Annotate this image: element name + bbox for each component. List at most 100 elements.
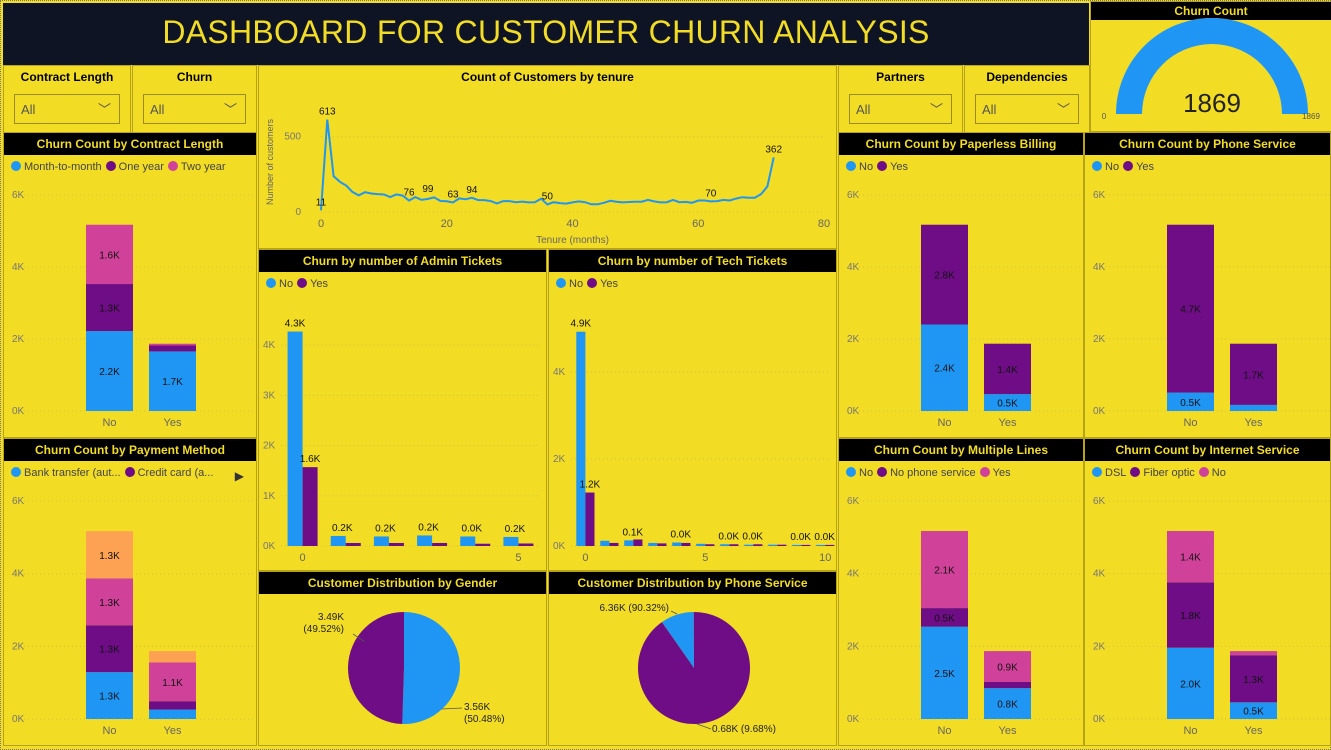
bar-no [600,540,610,546]
tech-tickets-chart-card[interactable]: Churn by number of Tech Tickets No Yes 0K… [548,249,837,571]
dependencies-value: All [982,102,997,117]
y-tick-label: 6K [12,496,25,507]
y-tick-label: 2K [12,334,25,345]
tenure-line-chart: 0 500 0 20 40 60 80 11 613 76 99 63 94 50 70 362 Tenure … [265,107,830,246]
admin-tickets-chart-card[interactable]: Churn by number of Admin Tickets No Yes 0… [258,249,547,571]
y-tick-label: 0K [12,714,25,725]
data-label: 0.5K [997,399,1018,410]
churn-count-gauge-card: Churn Count 1869 0 1869 [1090,1,1331,132]
data-label: 0.0K [814,532,835,543]
x-tick-label: 60 [692,218,704,230]
data-label: 0.9K [997,663,1018,674]
bar-no [816,544,826,546]
leader-line [670,610,678,615]
y-axis-label: Number of customers [265,118,275,205]
slicer-dependencies-title: Dependencies [986,70,1068,84]
gender-pie-card[interactable]: Customer Distribution by Gender 3.56K (50… [258,571,547,746]
contract-chart-card[interactable]: Churn Count by Contract Length Month-to-… [3,132,257,438]
bar-yes [518,543,534,546]
chevron-down-icon: ﹀ [223,102,237,117]
data-label: 4.3K [285,319,306,330]
y-tick-label: 1K [263,491,276,502]
x-tick-label: 10 [819,552,831,564]
phone-dist-pie-card[interactable]: Customer Distribution by Phone Service 0… [548,571,837,746]
data-label: 0.5K [1243,707,1264,718]
bar-no [672,542,682,546]
y-tick-label: 4K [553,367,566,378]
data-label: 0.2K [418,522,439,533]
bar-no [648,542,658,546]
y-tick-label: 2K [1093,334,1106,345]
bar-yes [729,544,739,546]
contract-length-dropdown[interactable]: All ﹀ [14,94,120,124]
y-tick-label: 0K [553,541,566,552]
data-label: 0.0K [790,532,811,543]
data-label: 1.2K [580,480,601,491]
dependencies-dropdown[interactable]: All ﹀ [975,94,1079,124]
data-label: 4.7K [1180,305,1201,316]
bar-segment [149,345,196,352]
paperless-chart-card[interactable]: Churn Count by Paperless Billing No Yes 0… [838,132,1084,438]
data-label: 94 [466,185,478,196]
bar-no [417,535,433,546]
y-tick-label: 0K [847,714,860,725]
bar-yes [657,543,667,546]
internet-chart-card[interactable]: Churn Count by Internet Service DSL Fiber… [1084,438,1331,746]
bar-segment [1230,651,1277,656]
data-label: 0.5K [934,613,955,624]
x-tick-label: No [102,417,116,429]
bar-no [503,536,519,546]
bar-segment [149,701,196,710]
data-label: 0.2K [375,523,396,534]
data-label: 0.5K [1180,398,1201,409]
phone-dist-pie-chart: 0.68K (9.68%) 6.36K (90.32%) [600,603,776,735]
y-tick-label: 0K [847,406,860,417]
data-label: 1.3K [99,645,120,656]
y-tick-label: 0 [295,207,301,218]
bar-yes [705,544,715,546]
y-tick-label: 2K [1093,641,1106,652]
data-label: 1.6K [300,454,321,465]
bar-no [330,535,346,546]
bar-yes [345,542,361,546]
contract-length-value: All [21,102,36,117]
y-tick-label: 4K [847,262,860,273]
x-tick-label: 0 [318,218,324,230]
pie-slice [347,612,404,724]
x-tick-label: No [1183,417,1197,429]
multiple-lines-chart-card[interactable]: Churn Count by Multiple Lines No No phone… [838,438,1084,746]
tenure-chart-card[interactable]: Count of Customers by tenure 0 500 0 20 40 60… [258,65,837,249]
data-label: 1.3K [1243,675,1264,686]
data-label: 4.9K [571,319,592,330]
data-label: 1.3K [99,304,120,315]
bar-no [768,544,778,546]
pie-pct-label: (50.48%) [464,714,505,725]
churn-dropdown[interactable]: All ﹀ [143,94,246,124]
bar-segment [149,343,196,346]
y-tick-label: 0K [12,406,25,417]
pie-pct-label: (49.52%) [303,624,344,635]
phone-chart-card[interactable]: Churn Count by Phone Service No Yes 0K 2K 4… [1084,132,1331,438]
contract-bar-chart: 0K 2K 4K 6K 2.2K 1.3K 1.6K No 1.7K Yes [12,190,254,429]
data-label: 1.8K [1180,611,1201,622]
y-tick-label: 4K [1093,262,1106,273]
bar-no [373,536,389,546]
data-label: 70 [705,188,717,199]
y-tick-label: 4K [12,569,25,580]
data-label: 0.0K [718,531,739,542]
bar-no [696,543,706,546]
tech-tickets-bar-chart: 0K2K4K4.9K1.2K0.1K 0.0K 0.0K 0.0K 0.0K 0.0K0 5… [553,319,835,564]
bar-yes [753,544,763,546]
x-tick-label: Yes [999,725,1017,737]
x-tick-label: 0 [582,552,588,564]
bar-yes [585,492,595,546]
y-tick-label: 2K [847,641,860,652]
partners-dropdown[interactable]: All ﹀ [849,94,952,124]
slicer-partners-title: Partners [876,70,925,84]
data-label: 0.8K [997,700,1018,711]
data-label: 11 [316,197,327,208]
y-tick-label: 6K [847,496,860,507]
data-label: 0.0K [670,530,691,541]
payment-chart-card[interactable]: Churn Count by Payment Method Bank trans… [3,438,257,746]
bar-no [287,331,303,546]
